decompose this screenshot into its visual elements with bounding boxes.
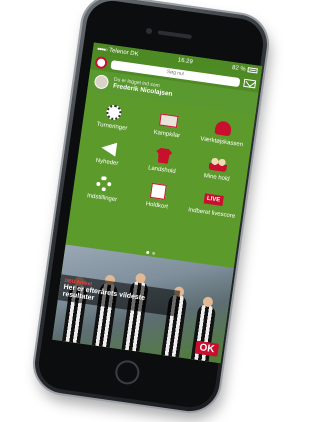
megaphone-icon: [99, 139, 119, 157]
menu-label: Nyheder: [95, 157, 119, 167]
menu-item-holdkort[interactable]: Holdkort: [128, 174, 188, 217]
phone-device: ●●●●○ Telenor DK 16.29 82 % Søg nu! Du e…: [31, 0, 271, 415]
menu-label: Indstillinger: [86, 192, 118, 203]
stage: ●●●●○ Telenor DK 16.29 82 % Søg nu! Du e…: [0, 0, 282, 422]
page-dot-active: [145, 250, 149, 255]
menu-label: Turneringer: [96, 121, 128, 132]
phone-bezel: ●●●●○ Telenor DK 16.29 82 % Søg nu! Du e…: [35, 0, 267, 411]
page-dot: [151, 251, 155, 255]
menu-item-indberet-livescore[interactable]: LIVE Indberet livescore: [183, 182, 243, 225]
gear-icon: [94, 175, 114, 193]
app-screen: ●●●●○ Telenor DK 16.29 82 % Søg nu! Du e…: [52, 42, 263, 364]
battery-percent: 82 %: [231, 64, 247, 73]
jersey-icon: [154, 147, 174, 165]
dbu-logo-icon[interactable]: [94, 55, 108, 70]
menu-label: Kampkilar: [153, 129, 181, 139]
card-icon: [149, 182, 169, 200]
toolbox-icon: [214, 119, 234, 137]
battery-icon: [247, 67, 258, 74]
time-label: 16.29: [177, 56, 194, 65]
menu-grid: Turneringer Kampkilar Værktøjskassen Nyh…: [67, 91, 256, 261]
mail-icon[interactable]: [243, 78, 257, 89]
menu-item-indstillinger[interactable]: Indstillinger: [73, 167, 133, 210]
avatar: [93, 74, 110, 90]
menu-label: Indberet livescore: [187, 206, 236, 220]
schedule-icon: [159, 111, 179, 129]
camera-icon: [145, 27, 153, 35]
live-badge: LIVE: [203, 192, 224, 206]
speaker-icon: [157, 30, 192, 40]
menu-label: Holdkort: [145, 200, 169, 210]
menu-label: Landshold: [147, 164, 177, 175]
football-icon: [104, 103, 124, 121]
team-icon: [208, 154, 229, 172]
menu-label: Mine hold: [203, 172, 230, 183]
menu-label: Værktøjskassen: [199, 135, 244, 148]
home-button[interactable]: [113, 358, 141, 386]
live-icon: LIVE: [203, 190, 224, 208]
signal-icon: ●●●●○: [96, 45, 108, 53]
